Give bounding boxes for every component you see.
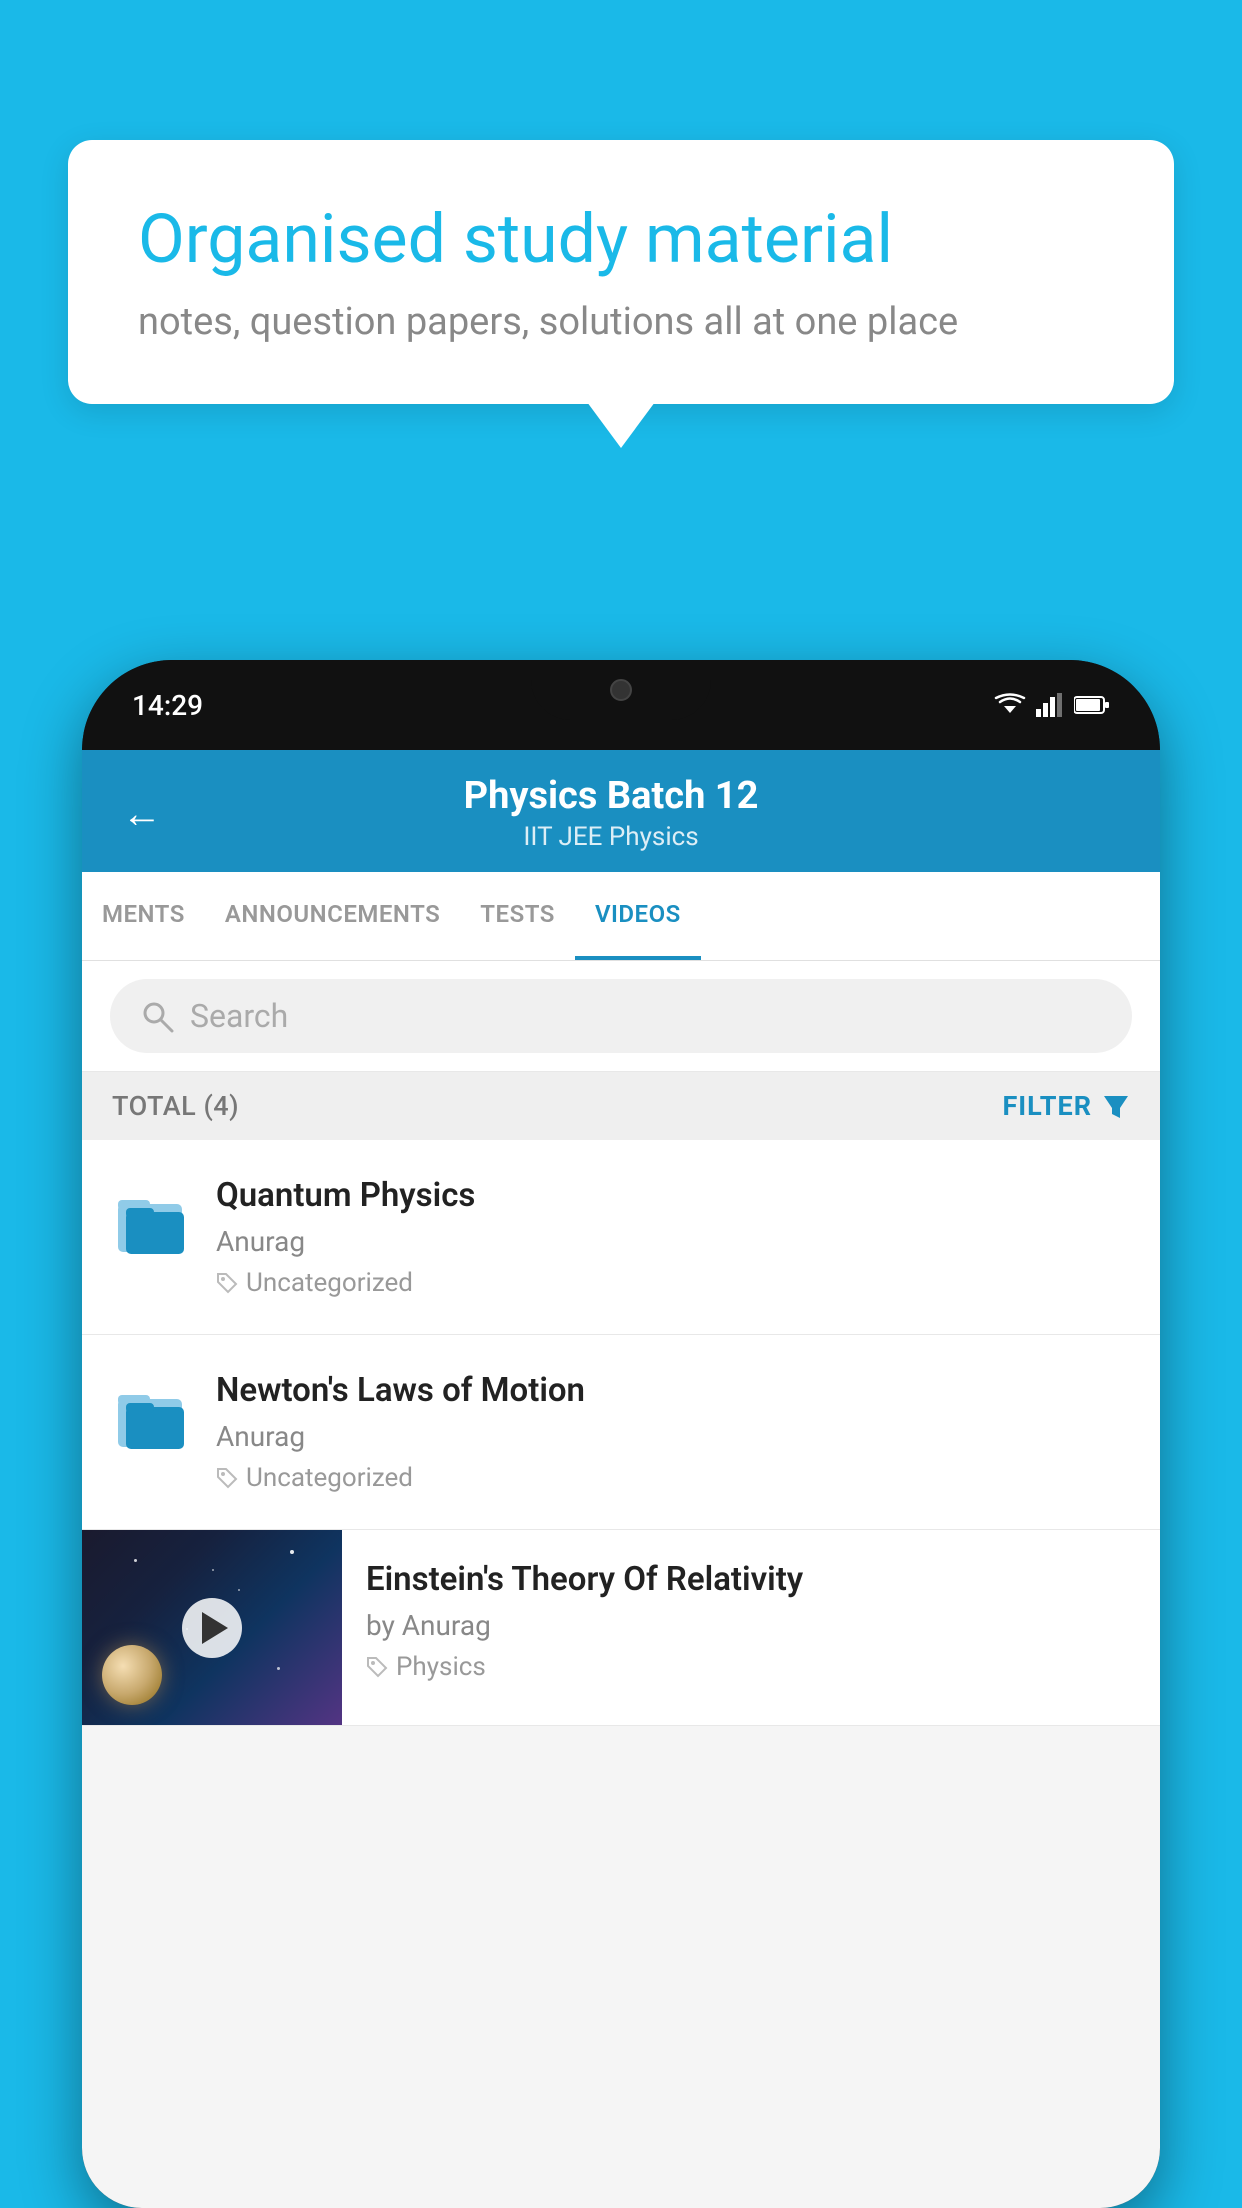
list-item[interactable]: Newton's Laws of Motion Anurag Uncategor… [82,1335,1160,1530]
status-bar: 14:29 [82,660,1160,750]
item-content: Newton's Laws of Motion Anurag Uncategor… [216,1371,1130,1493]
status-icons [994,693,1110,717]
total-count: TOTAL (4) [112,1090,239,1122]
item-title: Quantum Physics [216,1176,1130,1215]
filter-button[interactable]: FILTER [1002,1090,1130,1122]
signal-icon [1036,693,1064,717]
back-button[interactable]: ← [122,790,162,837]
tab-announcements[interactable]: ANNOUNCEMENTS [205,872,460,960]
planet-graphic [102,1645,162,1705]
item-author: Anurag [216,1420,1130,1453]
video-title: Einstein's Theory Of Relativity [366,1560,1136,1599]
wifi-icon [994,693,1026,717]
tag-label: Uncategorized [246,1463,413,1493]
tab-ments[interactable]: MENTS [82,872,205,960]
tag-label: Uncategorized [246,1268,413,1298]
bubble-title: Organised study material [138,200,1104,278]
folder-icon [112,1377,192,1457]
search-container: Search [82,961,1160,1072]
item-title: Newton's Laws of Motion [216,1371,1130,1410]
video-thumbnail [82,1530,342,1725]
tag-icon [216,1467,238,1489]
tab-bar: MENTS ANNOUNCEMENTS TESTS VIDEOS [82,872,1160,961]
camera [610,679,632,701]
video-content: Einstein's Theory Of Relativity by Anura… [342,1530,1160,1712]
tag-label: Physics [396,1652,486,1682]
tag-icon [216,1272,238,1294]
tab-videos[interactable]: VIDEOS [575,872,701,960]
folder-icon [112,1182,192,1262]
list-item[interactable]: Quantum Physics Anurag Uncategorized [82,1140,1160,1335]
speech-bubble: Organised study material notes, question… [68,140,1174,404]
tag-icon [366,1656,388,1678]
phone-time: 14:29 [132,689,203,722]
phone-frame: 14:29 [82,660,1160,2208]
content-list: Quantum Physics Anurag Uncategorized [82,1140,1160,1726]
phone-notch [531,660,711,720]
search-placeholder: Search [190,997,288,1035]
filter-label: FILTER [1002,1090,1092,1122]
battery-icon [1074,695,1110,715]
app-header: ← Physics Batch 12 IIT JEE Physics [82,750,1160,872]
filter-row: TOTAL (4) FILTER [82,1072,1160,1140]
play-button[interactable] [182,1598,242,1658]
bubble-subtitle: notes, question papers, solutions all at… [138,300,1104,344]
search-icon [140,999,174,1033]
header-subtitle: IIT JEE Physics [182,822,1040,852]
header-text: Physics Batch 12 IIT JEE Physics [182,774,1040,852]
filter-icon [1102,1092,1130,1120]
video-tag: Physics [366,1652,1136,1682]
tab-tests[interactable]: TESTS [460,872,575,960]
header-title: Physics Batch 12 [182,774,1040,818]
search-box[interactable]: Search [110,979,1132,1053]
phone-screen: ← Physics Batch 12 IIT JEE Physics MENTS… [82,750,1160,2208]
video-author: by Anurag [366,1609,1136,1642]
item-tag: Uncategorized [216,1268,1130,1298]
item-content: Quantum Physics Anurag Uncategorized [216,1176,1130,1298]
list-item-video[interactable]: Einstein's Theory Of Relativity by Anura… [82,1530,1160,1726]
item-tag: Uncategorized [216,1463,1130,1493]
item-author: Anurag [216,1225,1130,1258]
